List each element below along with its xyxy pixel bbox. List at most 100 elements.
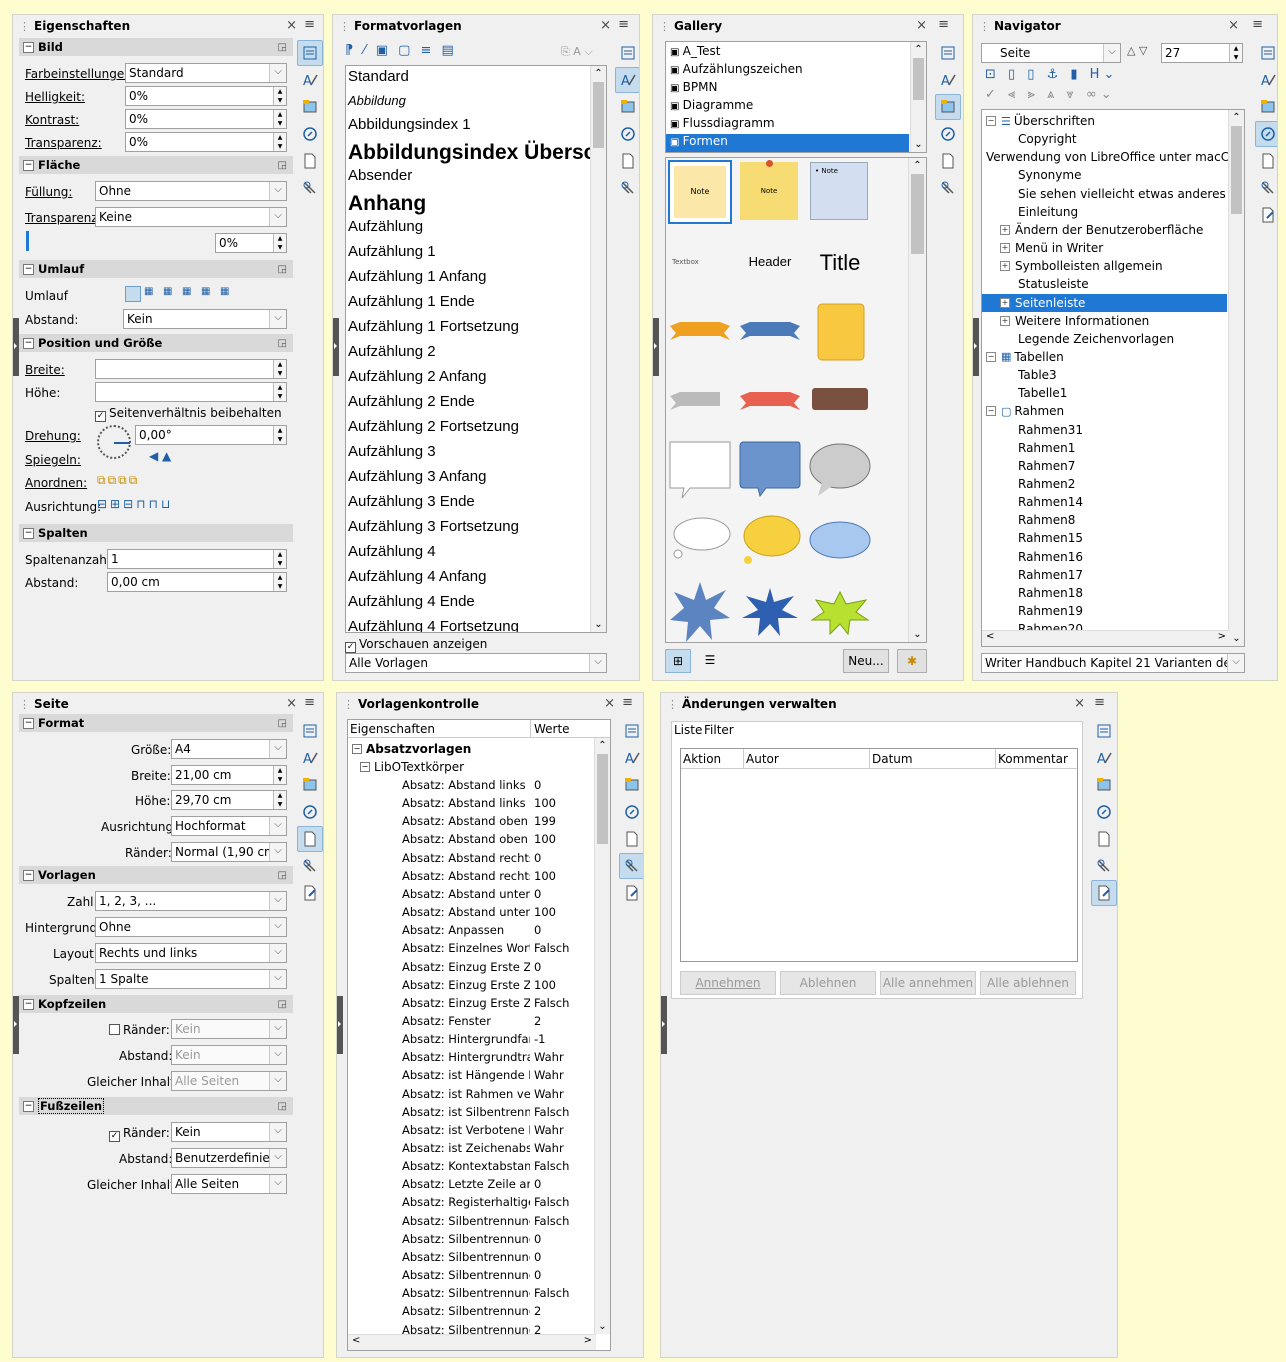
properties-tab-icon[interactable] — [1255, 40, 1277, 66]
manage-changes-tab-icon[interactable] — [619, 880, 643, 906]
gallery-tab-icon[interactable] — [619, 772, 643, 798]
gallery-tab-icon[interactable] — [935, 94, 961, 120]
section-position[interactable]: − Position und Größe ◲ — [19, 334, 293, 352]
style-list[interactable]: Standard Abbildung Abbildungsindex 1 Abbild… — [345, 65, 607, 633]
navigator-tab-icon[interactable] — [935, 121, 961, 147]
header-margins-checkbox[interactable]: Ränder: — [109, 1023, 170, 1037]
close-icon[interactable]: × — [286, 696, 297, 711]
navigator-tree[interactable]: − ☰ Überschriften Copyright Verwendung von L… — [981, 109, 1245, 647]
navigator-tree-item[interactable]: Rahmen17 — [986, 566, 1227, 584]
show-previews-checkbox[interactable]: ✓ Vorschauen anzeigen — [345, 637, 487, 653]
style-list-item[interactable]: Anhang — [348, 192, 426, 216]
properties-tab-icon[interactable] — [297, 40, 323, 66]
styles-tab-icon[interactable]: A — [297, 67, 323, 93]
navigator-tree-item[interactable]: − ▢ Rahmen — [986, 402, 1227, 420]
navigator-tree-item[interactable]: + Seitenleiste — [982, 293, 1227, 312]
prev-next-icons[interactable]: △ ▽ — [1127, 44, 1147, 57]
wrap-spacing-select[interactable]: Kein — [123, 309, 287, 329]
accept-button[interactable]: Annehmen — [680, 971, 776, 995]
expand-icon[interactable]: + — [1000, 297, 1010, 308]
close-icon[interactable]: × — [604, 696, 615, 711]
gallery-tab-icon[interactable] — [1091, 772, 1117, 798]
gallery-theme-list[interactable]: ▣ A_Test ▣ Aufzählungszeichen ▣ BPMN ▣ Diag… — [665, 41, 927, 153]
style-list-item[interactable]: Aufzählung 3 — [348, 443, 436, 460]
navigator-tree-item[interactable]: Sie sehen vielleicht etwas anderes — [986, 185, 1227, 203]
page-number-spin[interactable]: 27 ▲ ▼ — [1161, 43, 1243, 63]
style-list-item[interactable]: Aufzählung 2 Fortsetzung — [348, 418, 519, 435]
footer-spacing-select[interactable]: Benutzerdefiniert — [171, 1148, 287, 1168]
orientation-select[interactable]: Hochformat — [171, 816, 287, 836]
new-theme-button[interactable]: Neu... — [843, 649, 889, 673]
page-tab-icon[interactable] — [935, 148, 961, 174]
footer-margins-checkbox[interactable]: ✓ Ränder: — [109, 1126, 170, 1142]
navigator-tab-icon[interactable] — [297, 799, 323, 825]
paper-height-spin[interactable]: 29,70 cm ▲ ▼ — [171, 790, 287, 810]
manage-changes-tab-icon[interactable] — [297, 880, 323, 906]
gallery-item-ribbon-grey[interactable] — [668, 370, 732, 434]
navigator-tab-icon[interactable] — [1255, 121, 1277, 147]
menu-icon[interactable]: ≡ — [304, 17, 315, 32]
properties-tab-icon[interactable] — [615, 40, 639, 66]
icon-view-icon[interactable]: ⊞ — [665, 649, 691, 673]
menu-icon[interactable]: ≡ — [938, 17, 949, 32]
image-transparency-spin[interactable]: 0% ▲ ▼ — [125, 132, 287, 152]
paper-width-spin[interactable]: 21,00 cm ▲ ▼ — [171, 765, 287, 785]
gallery-item-burst-darkblue[interactable] — [738, 580, 802, 642]
style-list-item[interactable]: Aufzählung 4 Fortsetzung — [348, 618, 519, 632]
collapse-handle[interactable] — [337, 996, 343, 1054]
navigator-tab-icon[interactable] — [297, 121, 323, 147]
close-icon[interactable]: × — [916, 18, 927, 33]
close-icon[interactable]: × — [1228, 18, 1239, 33]
navigator-tree-item[interactable]: Rahmen31 — [986, 421, 1227, 439]
gallery-item-burst-green[interactable] — [808, 580, 872, 642]
footer-margins-select[interactable]: Kein — [171, 1122, 287, 1142]
collapse-handle[interactable] — [653, 318, 659, 376]
navigator-tree-item[interactable]: + Menü in Writer — [986, 239, 1227, 257]
layout-select[interactable]: Rechts und links — [95, 943, 287, 963]
navigator-tree-item[interactable]: Rahmen15 — [986, 529, 1227, 547]
navigator-tree-item[interactable]: Copyright — [986, 130, 1227, 148]
contrast-spin[interactable]: 0% ▲ ▼ — [125, 109, 287, 129]
navigator-tree-item[interactable]: Einleitung — [986, 203, 1227, 221]
fill-select[interactable]: Ohne — [95, 181, 287, 201]
style-inspector-tab-icon[interactable] — [297, 175, 323, 201]
style-inspector-tab-icon[interactable] — [1255, 175, 1277, 201]
section-fusszeilen[interactable]: − Fußzeilen ◲ — [19, 1097, 293, 1115]
section-vorlagen[interactable]: − Vorlagen ◲ — [19, 866, 293, 884]
gallery-item-ribbon-orange[interactable] — [668, 300, 732, 364]
navigator-tree-item[interactable]: Rahmen2 — [986, 475, 1227, 493]
arrange-icons[interactable]: ⧉⧉⧉⧉ — [97, 473, 139, 488]
navigator-tree-item[interactable]: Rahmen19 — [986, 602, 1227, 620]
navigator-tree-item[interactable]: Rahmen16 — [986, 548, 1227, 566]
navigator-tree-item[interactable]: Verwendung von LibreOffice unter macC — [986, 148, 1229, 166]
navigator-tree-item[interactable]: Synonyme — [986, 166, 1227, 184]
styles-tab-icon[interactable]: A — [1255, 67, 1277, 93]
header-same-content-select[interactable]: Alle Seiten — [171, 1071, 287, 1091]
gallery-item-header[interactable]: Header — [738, 230, 802, 294]
navigator-tree-item[interactable]: + Ändern der Benutzeroberfläche — [986, 221, 1227, 239]
column-spacing-spin[interactable]: 0,00 cm ▲ ▼ — [107, 572, 287, 592]
gallery-item-cloud-blue[interactable] — [808, 510, 872, 574]
width-spin[interactable]: ▲ ▼ — [95, 359, 287, 379]
gallery-tab-icon[interactable] — [297, 94, 323, 120]
reject-all-button[interactable]: Alle ablehnen — [980, 971, 1076, 995]
properties-tab-icon[interactable] — [1091, 718, 1117, 744]
keep-ratio-checkbox[interactable]: ✓ Seitenverhältnis beibehalten — [95, 406, 282, 422]
style-list-item[interactable]: Aufzählung 4 Anfang — [348, 568, 486, 585]
style-inspector-tab-icon[interactable] — [935, 175, 961, 201]
close-icon[interactable]: × — [286, 18, 297, 33]
gallery-item-ribbon-blue[interactable] — [738, 300, 802, 364]
collapse-icon[interactable]: − — [986, 116, 996, 126]
footer-same-content-select[interactable]: Alle Seiten — [171, 1174, 287, 1194]
header-margins-select[interactable]: Kein — [171, 1019, 287, 1039]
section-flaeche[interactable]: − Fläche ◲ — [19, 156, 293, 174]
style-list-item[interactable]: Absender — [348, 167, 412, 184]
changes-table[interactable]: Aktion Autor Datum Kommentar — [680, 748, 1078, 962]
style-list-item[interactable]: Aufzählung 2 Anfang — [348, 368, 486, 385]
navigate-by-select[interactable]: Seite — [981, 43, 1121, 63]
rotation-dial[interactable] — [97, 425, 131, 459]
gallery-theme-item[interactable]: ▣ Flussdiagramm — [666, 116, 909, 134]
gallery-item-thought-yellow[interactable] — [738, 510, 802, 574]
menu-icon[interactable]: ≡ — [1252, 17, 1263, 32]
styles-tab-icon[interactable]: A — [935, 67, 961, 93]
